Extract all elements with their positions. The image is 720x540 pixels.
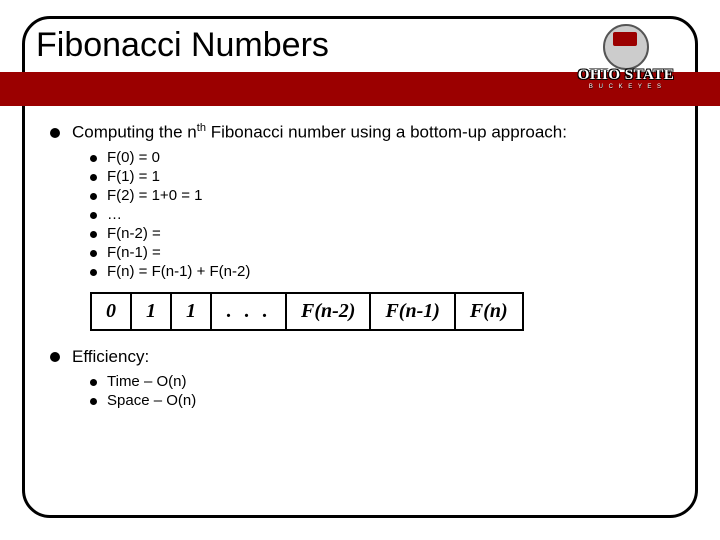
array-cell: F(n-2) [287, 294, 371, 329]
heading-text: Efficiency: [72, 347, 149, 367]
content-area: Computing the nth Fibonacci number using… [50, 122, 680, 419]
bullet-icon [90, 174, 97, 181]
list-item: … [90, 206, 680, 223]
slide-title: Fibonacci Numbers [36, 26, 329, 65]
fib-array-diagram: 0 1 1 . . . F(n-2) F(n-1) F(n) [90, 292, 524, 331]
item-text: F(2) = 1+0 = 1 [107, 187, 202, 204]
array-cell-ellipsis: . . . [212, 294, 287, 329]
sub-list: Time – O(n) Space – O(n) [90, 373, 680, 409]
item-text: Space – O(n) [107, 392, 196, 409]
list-item: F(n-2) = [90, 225, 680, 242]
item-text: F(n) = F(n-1) + F(n-2) [107, 263, 250, 280]
item-text: … [107, 206, 122, 223]
list-item: F(n) = F(n-1) + F(n-2) [90, 263, 680, 280]
list-item: Time – O(n) [90, 373, 680, 390]
item-text: F(1) = 1 [107, 168, 160, 185]
list-item: F(2) = 1+0 = 1 [90, 187, 680, 204]
bullet-icon [90, 212, 97, 219]
list-item: F(n-1) = [90, 244, 680, 261]
bullet-icon [90, 155, 97, 162]
bullet-icon [50, 352, 60, 362]
logo-sub-text: B U C K E Y E S [566, 84, 686, 90]
heading-sup: th [197, 122, 206, 134]
heading-text: Computing the nth Fibonacci number using… [72, 122, 567, 143]
array-cell: 1 [172, 294, 212, 329]
logo-text: OHIO STATE B U C K E Y E S [566, 68, 686, 90]
item-text: F(0) = 0 [107, 149, 160, 166]
bullet-icon [90, 398, 97, 405]
heading-pre: Computing the n [72, 123, 197, 142]
sub-list: F(0) = 0 F(1) = 1 F(2) = 1+0 = 1 … F(n-2… [90, 149, 680, 280]
item-text: Time – O(n) [107, 373, 186, 390]
array-cell: F(n-1) [371, 294, 455, 329]
bullet-icon [90, 379, 97, 386]
array-cell: 1 [132, 294, 172, 329]
array-cell: F(n) [456, 294, 522, 329]
slide: Fibonacci Numbers OHIO STATE B U C K E Y… [0, 0, 720, 540]
bullet-icon [90, 269, 97, 276]
bullet-icon [90, 231, 97, 238]
list-item: F(0) = 0 [90, 149, 680, 166]
mascot-icon [603, 24, 649, 70]
item-text: F(n-2) = [107, 225, 161, 242]
logo: OHIO STATE B U C K E Y E S [566, 26, 686, 100]
bullet-icon [90, 250, 97, 257]
array-cell: 0 [92, 294, 132, 329]
bullet-icon [90, 193, 97, 200]
heading-post: Fibonacci number using a bottom-up appro… [206, 123, 567, 142]
bullet-icon [50, 128, 60, 138]
item-text: F(n-1) = [107, 244, 161, 261]
list-item: Space – O(n) [90, 392, 680, 409]
logo-main-text: OHIO STATE [566, 68, 686, 83]
section-heading: Computing the nth Fibonacci number using… [50, 122, 680, 143]
list-item: F(1) = 1 [90, 168, 680, 185]
section-heading: Efficiency: [50, 347, 680, 367]
